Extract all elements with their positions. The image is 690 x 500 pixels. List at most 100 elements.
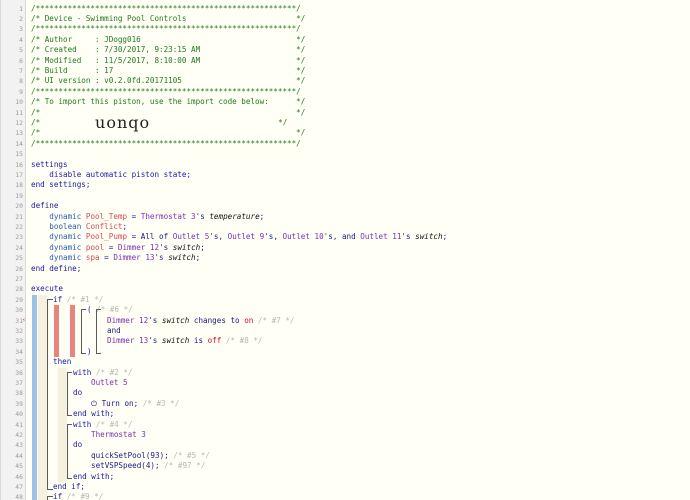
code-text: if /* #9 */ — [53, 492, 104, 500]
code-line: 10 /* To import this piston, use the impo… — [1, 97, 690, 107]
code-text: do — [73, 388, 83, 398]
line-number: 28 — [15, 285, 23, 294]
line-number: 29 — [15, 295, 23, 304]
line-number: 37 — [15, 378, 23, 387]
line-number: 13 — [15, 129, 23, 138]
code-line: 14 /*************************************… — [1, 139, 690, 149]
code-text: /* Modified : 11/5/2017, 8:10:00 AM */ — [31, 55, 306, 65]
code-text: ⏻ Turn on; /* #3 */ — [91, 398, 180, 408]
code-line: 34) — [1, 347, 690, 357]
code-text: disable automatic piston state; — [49, 169, 192, 179]
code-line: 9 /**************************************… — [1, 87, 690, 97]
code-text: then — [53, 357, 72, 367]
code-text: /* Build : 17 */ — [31, 65, 306, 75]
line-number: 26 — [15, 264, 23, 273]
line-number: 20 — [15, 202, 23, 211]
if-block-bar — [38, 294, 47, 493]
with-block-bar — [58, 367, 67, 482]
line-number: 16 — [15, 160, 23, 169]
code-line: 12 /* uonqo */ — [1, 114, 690, 130]
line-number: 19 — [15, 191, 23, 200]
if-block-bar — [38, 492, 47, 500]
code-line: 20 define — [1, 201, 690, 211]
line-number: 11 — [15, 108, 23, 117]
line-number: 22 — [15, 222, 23, 231]
code-line: 15 — [1, 149, 690, 159]
line-number: 47 — [15, 482, 23, 491]
code-line: 3 /**************************************… — [1, 24, 690, 34]
code-line: 28 execute — [1, 284, 690, 294]
code-text: end settings; — [31, 180, 91, 190]
code-line: 17 disable automatic piston state; — [1, 170, 690, 180]
code-line: 5 /* Created : 7/30/2017, 9:23:15 AM */ — [1, 45, 690, 55]
code-text: with /* #2 */ — [73, 367, 133, 377]
line-number: 2 — [19, 14, 23, 23]
code-line: 43 do — [1, 440, 690, 450]
code-text: /* */ — [31, 107, 306, 117]
code-line: 39 ⏻ Turn on; /* #3 */ — [1, 399, 690, 409]
code-line: 21 dynamic Pool_Temp = Thermostat 3's te… — [1, 212, 690, 222]
code-text: /* UI version : v0.2.0fd.20171105 */ — [31, 76, 306, 86]
code-line: 16 settings — [1, 160, 690, 170]
code-text: /* Device - Swimming Pool Controls */ — [31, 13, 306, 23]
code-text: /***************************************… — [31, 3, 301, 13]
with-bracket — [67, 371, 72, 417]
line-number: 48 — [15, 493, 23, 500]
code-editor: 1 /**************************************… — [0, 0, 690, 500]
line-number: 8 — [19, 77, 23, 86]
code-line: 44 quickSetPool(93); /* #5 */ — [1, 451, 690, 461]
code-text: /***************************************… — [31, 24, 301, 34]
code-text: /* */ — [31, 128, 306, 138]
code-text: dynamic Pool_Temp = Thermostat 3's tempe… — [49, 211, 265, 221]
if-block-bar — [32, 492, 37, 500]
line-number: 10 — [15, 98, 23, 107]
code-text: Outlet 5 — [91, 377, 128, 387]
line-number: 43 — [15, 441, 23, 450]
line-number: 35 — [15, 358, 23, 367]
if-bracket — [47, 496, 53, 500]
line-number: 41 — [15, 420, 23, 429]
code-line: 41 with /* #4 */ — [1, 420, 690, 430]
line-number: 42 — [15, 430, 23, 439]
code-text: if /* #1 */ — [53, 294, 104, 304]
code-text: dynamic spa = Dimmer 13's switch; — [49, 253, 201, 263]
code-text: dynamic pool = Dimmer 12's switch; — [49, 242, 205, 252]
if-block-bar — [32, 294, 37, 493]
group-bracket — [81, 309, 86, 354]
line-number: 31 — [15, 316, 23, 325]
code-line: 37 Outlet 5 — [1, 378, 690, 388]
line-number: 44 — [15, 451, 23, 460]
code-line: 22 boolean Conflict; — [1, 222, 690, 232]
line-number: 23 — [15, 233, 23, 242]
code-text: /***************************************… — [31, 138, 301, 148]
line-number: 3 — [19, 25, 23, 34]
code-line: 23 dynamic Pool_Pump = All of Outlet 5's… — [1, 232, 690, 242]
code-line: 27 — [1, 274, 690, 284]
code-line: 42 Thermostat 3 — [1, 430, 690, 440]
code-line: 45 setVSPSpeed(4); /* #97 */ — [1, 461, 690, 471]
line-number: 24 — [15, 243, 23, 252]
code-line: 38 do — [1, 388, 690, 398]
code-line: 29 if /* #1 */ — [1, 295, 690, 305]
line-number: 40 — [15, 410, 23, 419]
line-number: 5 — [19, 46, 23, 55]
line-number: 18 — [15, 181, 23, 190]
code-line: 32 and — [1, 326, 690, 336]
code-line: 19 — [1, 191, 690, 201]
code-line: 24 dynamic pool = Dimmer 12's switch; — [1, 243, 690, 253]
line-number: 46 — [15, 472, 23, 481]
line-number: 25 — [15, 254, 23, 263]
code-text: Dimmer 13's switch is off /* #8 */ — [107, 336, 263, 346]
code-line: 26 end define; — [1, 264, 690, 274]
line-number: 14 — [15, 139, 23, 148]
code-text: and — [107, 325, 121, 335]
line-number: 21 — [15, 212, 23, 221]
line-number: 36 — [15, 368, 23, 377]
line-number: 30 — [15, 306, 23, 315]
code-line: 40 end with; — [1, 409, 690, 419]
line-number: 34 — [15, 347, 23, 356]
line-number: 6 — [19, 56, 23, 65]
trigger-lightning-icon: ⚡ — [22, 316, 26, 324]
code-text: end with; — [73, 409, 115, 419]
code-line: 6 /* Modified : 11/5/2017, 8:10:00 AM */ — [1, 56, 690, 66]
